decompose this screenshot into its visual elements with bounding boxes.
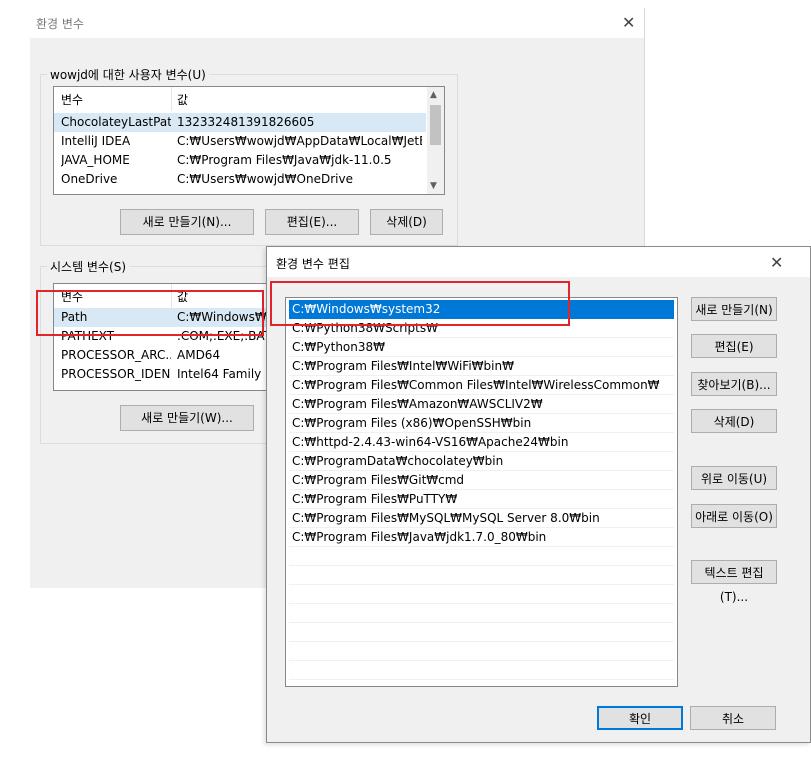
path-entry[interactable]: C:₩Program Files₩Intel₩WiFi₩bin₩ [289, 357, 674, 376]
user-row-onedrive[interactable]: OneDrive C:₩Users₩wowjd₩OneDrive [54, 170, 426, 189]
move-up-button[interactable]: 위로 이동(U) [691, 466, 777, 490]
path-browse-button[interactable]: 찾아보기(B)... [691, 372, 777, 396]
user-new-button[interactable]: 새로 만들기(N)... [120, 209, 254, 235]
env-close-icon[interactable]: ✕ [622, 15, 635, 31]
path-new-button[interactable]: 새로 만들기(N) [691, 297, 777, 321]
edit-text-button[interactable]: 텍스트 편집(T)... [691, 560, 777, 604]
scroll-up-icon[interactable]: ▲ [430, 90, 437, 100]
edit-close-icon[interactable]: ✕ [770, 255, 783, 271]
edit-title-bar: 환경 변수 편집 ✕ [267, 247, 810, 277]
user-row-intellij[interactable]: IntelliJ IDEA C:₩Users₩wowjd₩AppData₩Loc… [54, 132, 426, 151]
move-down-button[interactable]: 아래로 이동(O) [691, 504, 777, 528]
empty-row[interactable] [289, 623, 674, 642]
empty-row[interactable] [289, 661, 674, 680]
path-row-highlight [36, 290, 264, 336]
empty-row[interactable] [289, 566, 674, 585]
user-variables-title: wowjd에 대한 사용자 변수(U) [50, 68, 206, 82]
edit-window-title: 환경 변수 편집 [276, 257, 350, 271]
path-entry[interactable]: C:₩Program Files₩PuTTY₩ [289, 490, 674, 509]
path-entry[interactable]: C:₩httpd-2.4.43-win64-VS16₩Apache24₩bin [289, 433, 674, 452]
user-col-variable[interactable]: 변수 [61, 91, 83, 108]
path-entry[interactable]: C:₩Program Files₩Common Files₩Intel₩Wire… [289, 376, 674, 395]
user-row-java-home[interactable]: JAVA_HOME C:₩Program Files₩Java₩jdk-11.0… [54, 151, 426, 170]
empty-row[interactable] [289, 547, 674, 566]
path-entries-list[interactable]: C:₩Windows₩system32 C:₩Python38₩Scripts₩… [285, 297, 678, 687]
user-edit-button[interactable]: 편집(E)... [265, 209, 359, 235]
path-entry[interactable]: C:₩Program Files (x86)₩OpenSSH₩bin [289, 414, 674, 433]
path-entry[interactable]: C:₩Program Files₩MySQL₩MySQL Server 8.0₩… [289, 509, 674, 528]
empty-row[interactable] [289, 604, 674, 623]
path-entry[interactable]: C:₩Python38₩ [289, 338, 674, 357]
path-entry[interactable]: C:₩Program Files₩Git₩cmd [289, 471, 674, 490]
ok-button[interactable]: 확인 [597, 706, 683, 730]
env-title-bar: 환경 변수 ✕ [30, 8, 644, 38]
user-variables-list[interactable]: 변수 값 ChocolateyLastPat... 13233248139182… [53, 86, 445, 195]
empty-row[interactable] [289, 642, 674, 661]
empty-row[interactable] [289, 585, 674, 604]
path-entry[interactable]: C:₩Program Files₩Java₩jdk1.7.0_80₩bin [289, 528, 674, 547]
path-delete-button[interactable]: 삭제(D) [691, 409, 777, 433]
user-list-header: 변수 값 [54, 87, 444, 111]
path-edit-button[interactable]: 편집(E) [691, 334, 777, 358]
user-list-scrollbar[interactable]: ▲ ▼ [427, 87, 444, 194]
user-list-scroll-thumb[interactable] [430, 105, 441, 145]
system32-entry-highlight [270, 281, 570, 326]
scroll-down-icon[interactable]: ▼ [430, 181, 437, 191]
env-window-title: 환경 변수 [36, 17, 84, 31]
user-row-chocolatey[interactable]: ChocolateyLastPat... 132332481391826605 [54, 113, 426, 132]
cancel-button[interactable]: 취소 [690, 706, 776, 730]
user-delete-button[interactable]: 삭제(D) [370, 209, 443, 235]
system-new-button[interactable]: 새로 만들기(W)... [120, 405, 254, 431]
path-entry[interactable]: C:₩ProgramData₩chocolatey₩bin [289, 452, 674, 471]
system-variables-title: 시스템 변수(S) [50, 260, 126, 274]
user-col-value[interactable]: 값 [177, 91, 188, 108]
path-entry[interactable]: C:₩Program Files₩Amazon₩AWSCLIV2₩ [289, 395, 674, 414]
